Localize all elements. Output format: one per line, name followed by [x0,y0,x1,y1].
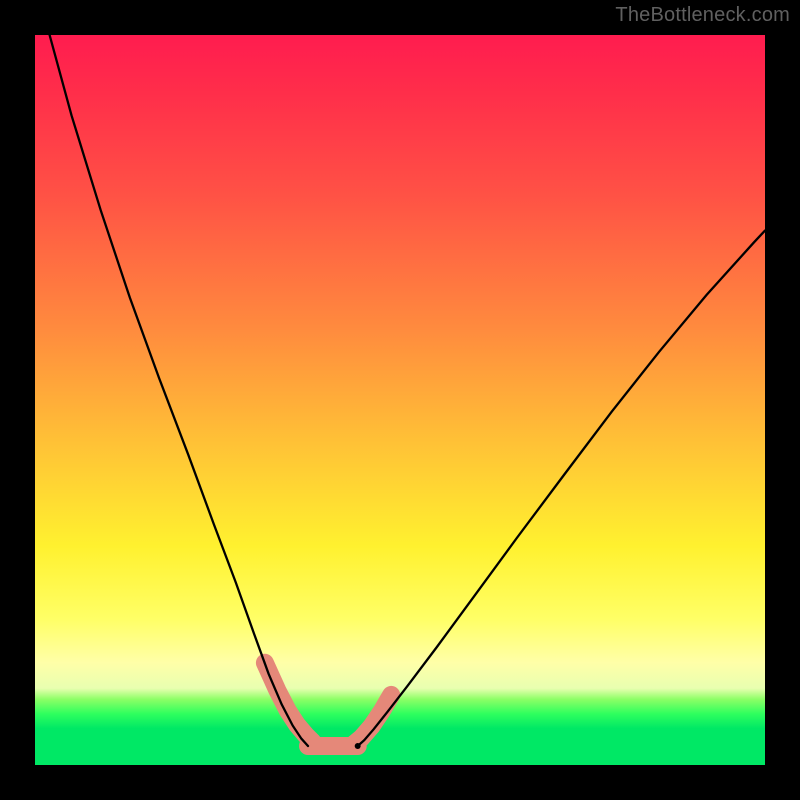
curves-svg [35,35,765,765]
knee-dot [355,743,361,749]
left-highlight-segment [265,663,313,742]
right-highlight-segment [353,695,391,745]
left-curve [50,35,308,746]
right-curve [358,231,765,746]
plot-area [35,35,765,765]
watermark-text: TheBottleneck.com [615,4,790,27]
chart-container: TheBottleneck.com [0,0,800,800]
